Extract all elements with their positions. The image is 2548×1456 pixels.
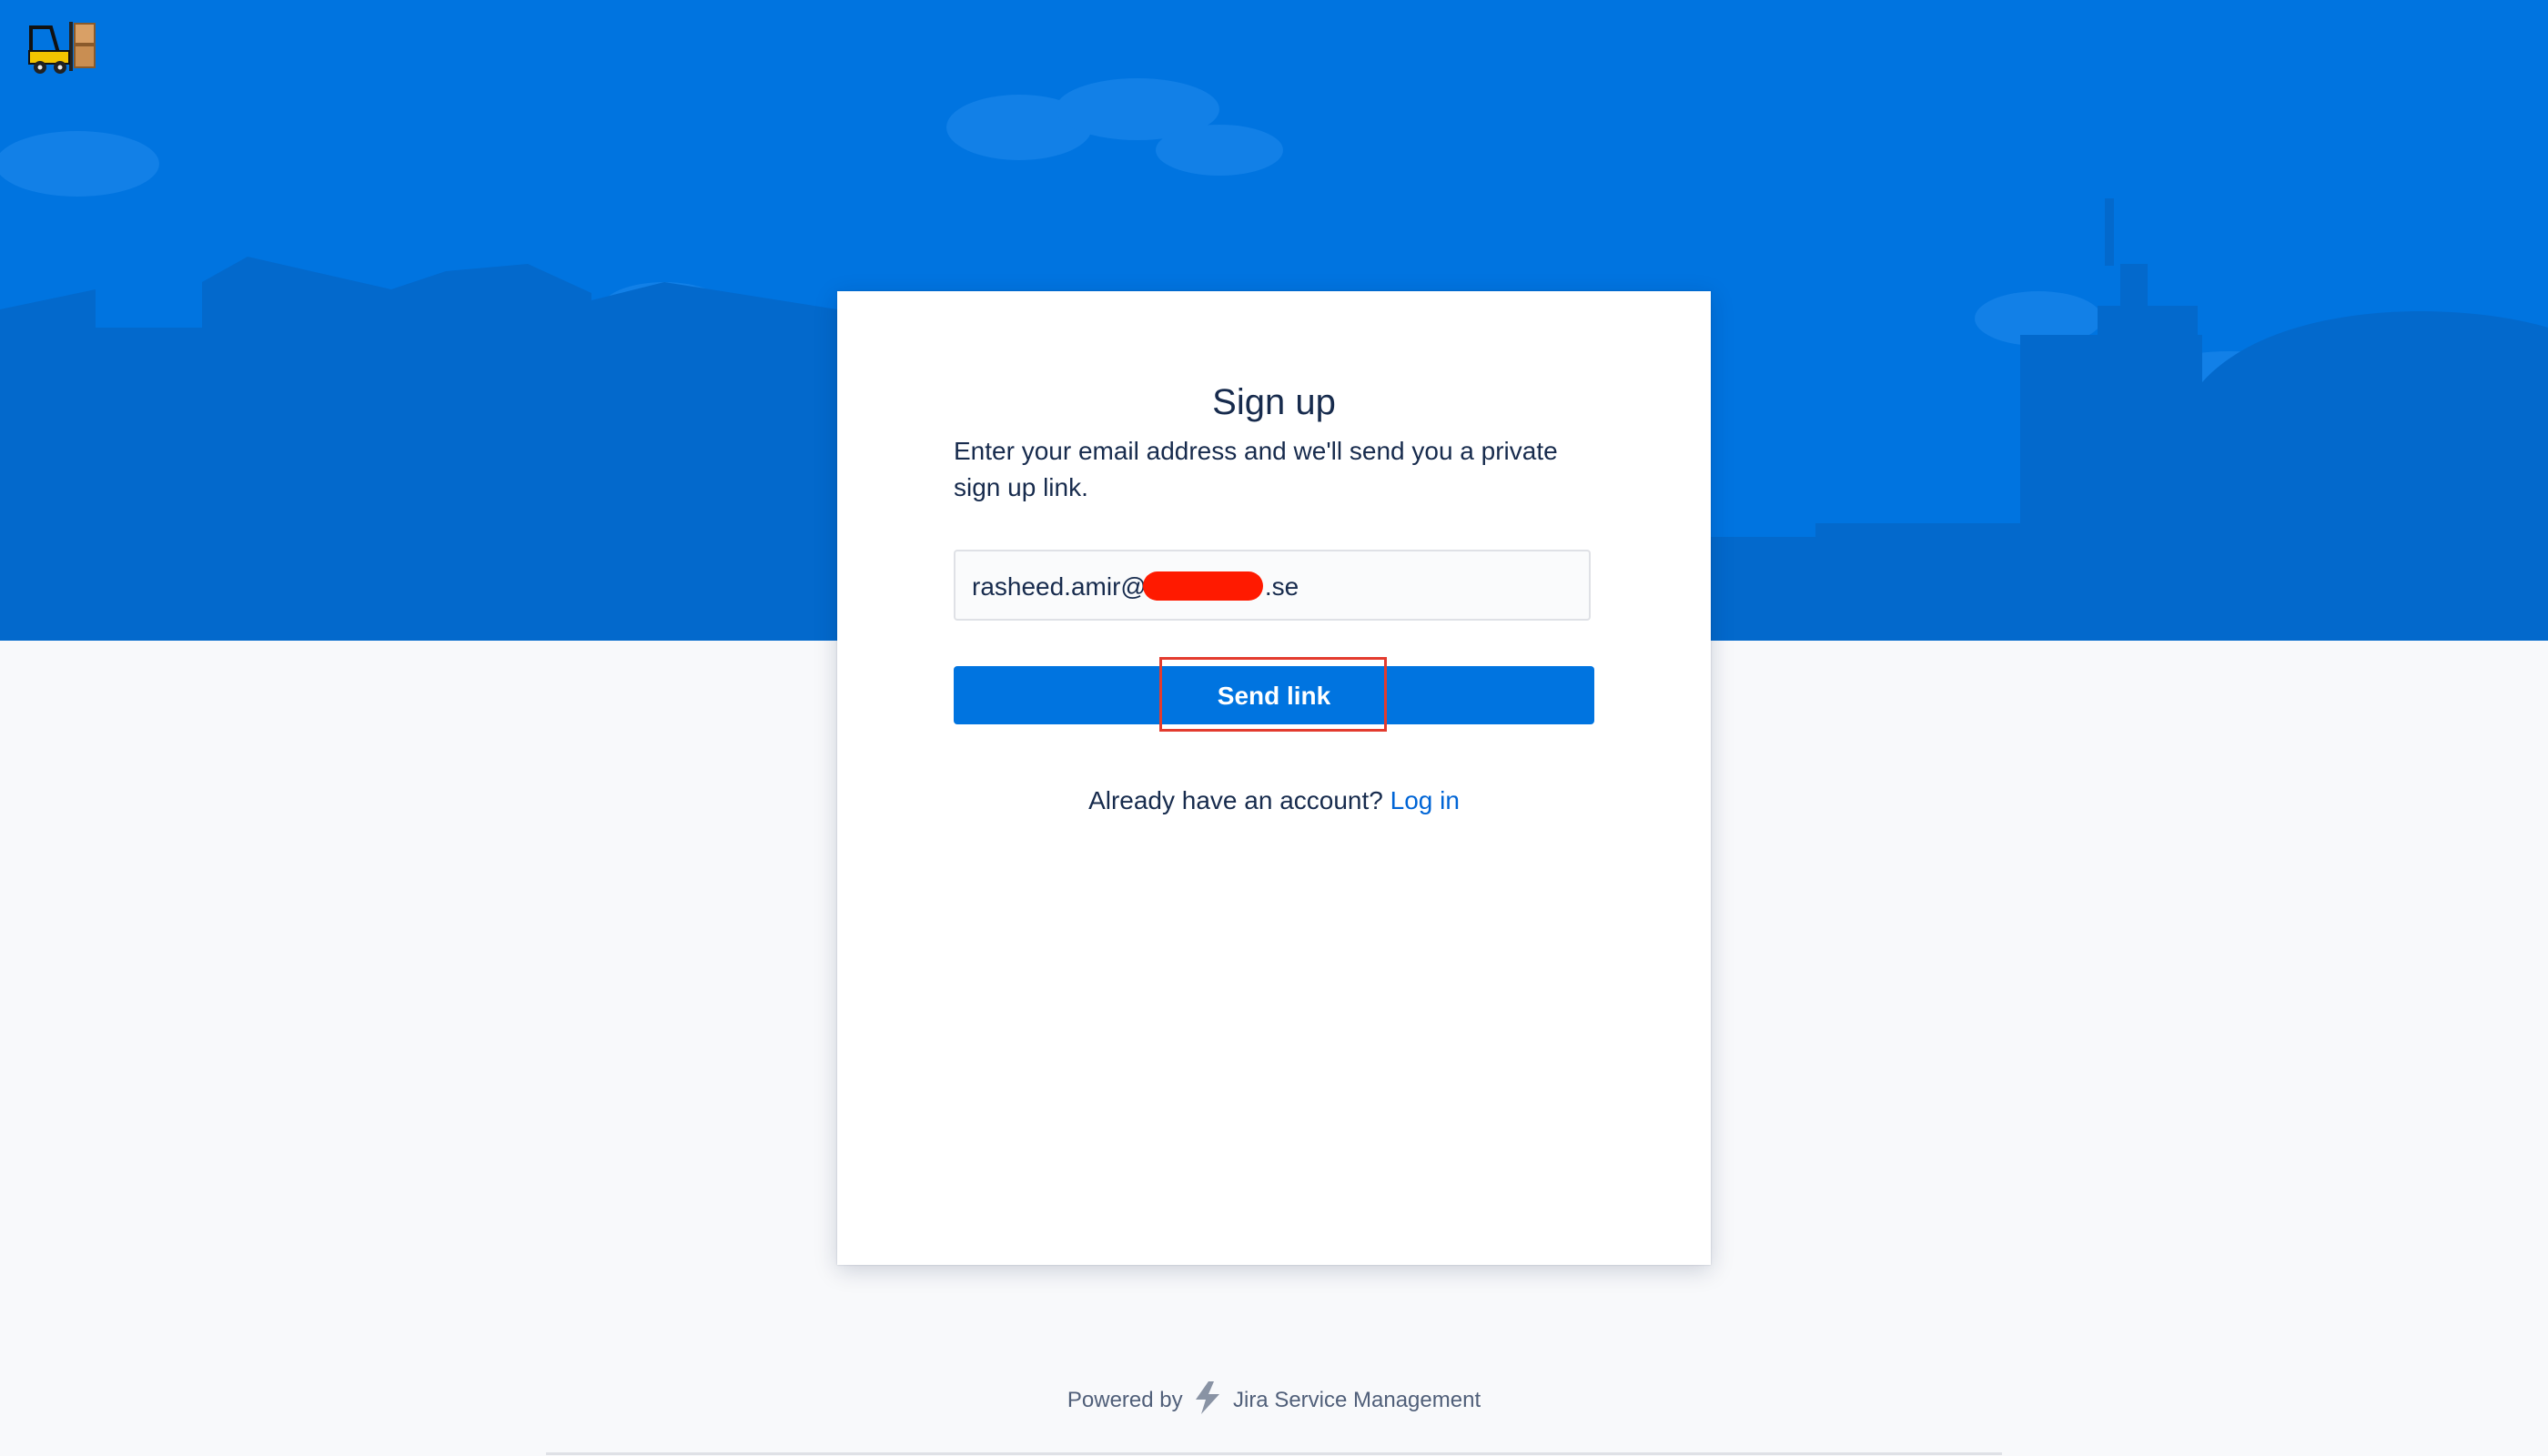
email-value[interactable]: rasheed.amir@ .se xyxy=(972,571,1299,602)
send-link-button[interactable]: Send link xyxy=(954,666,1594,724)
footer: Powered by Jira Service Management xyxy=(0,1381,2548,1414)
powered-by-text: Powered by xyxy=(1067,1388,1183,1412)
login-link[interactable]: Log in xyxy=(1390,786,1460,814)
already-have-account-text: Already have an account? xyxy=(1088,786,1383,814)
redaction-mark xyxy=(1142,571,1263,601)
product-link[interactable]: Jira Service Management xyxy=(1233,1388,1481,1412)
login-prompt: Already have an account? Log in xyxy=(837,786,1711,815)
email-field[interactable]: rasheed.amir@ .se xyxy=(954,550,1591,621)
email-suffix: .se xyxy=(1264,572,1299,601)
forklift-logo-graphic xyxy=(28,22,96,74)
forklift-logo-icon[interactable] xyxy=(27,20,102,78)
page-title: Sign up xyxy=(1212,382,1336,422)
bottom-divider xyxy=(546,1452,2002,1455)
signup-card: Sign up Enter your email address and we'… xyxy=(837,291,1711,1265)
lightning-bolt-icon xyxy=(1192,1381,1223,1414)
email-prefix: rasheed.amir@ xyxy=(972,572,1147,601)
signup-description: Enter your email address and we'll send … xyxy=(954,437,1558,501)
